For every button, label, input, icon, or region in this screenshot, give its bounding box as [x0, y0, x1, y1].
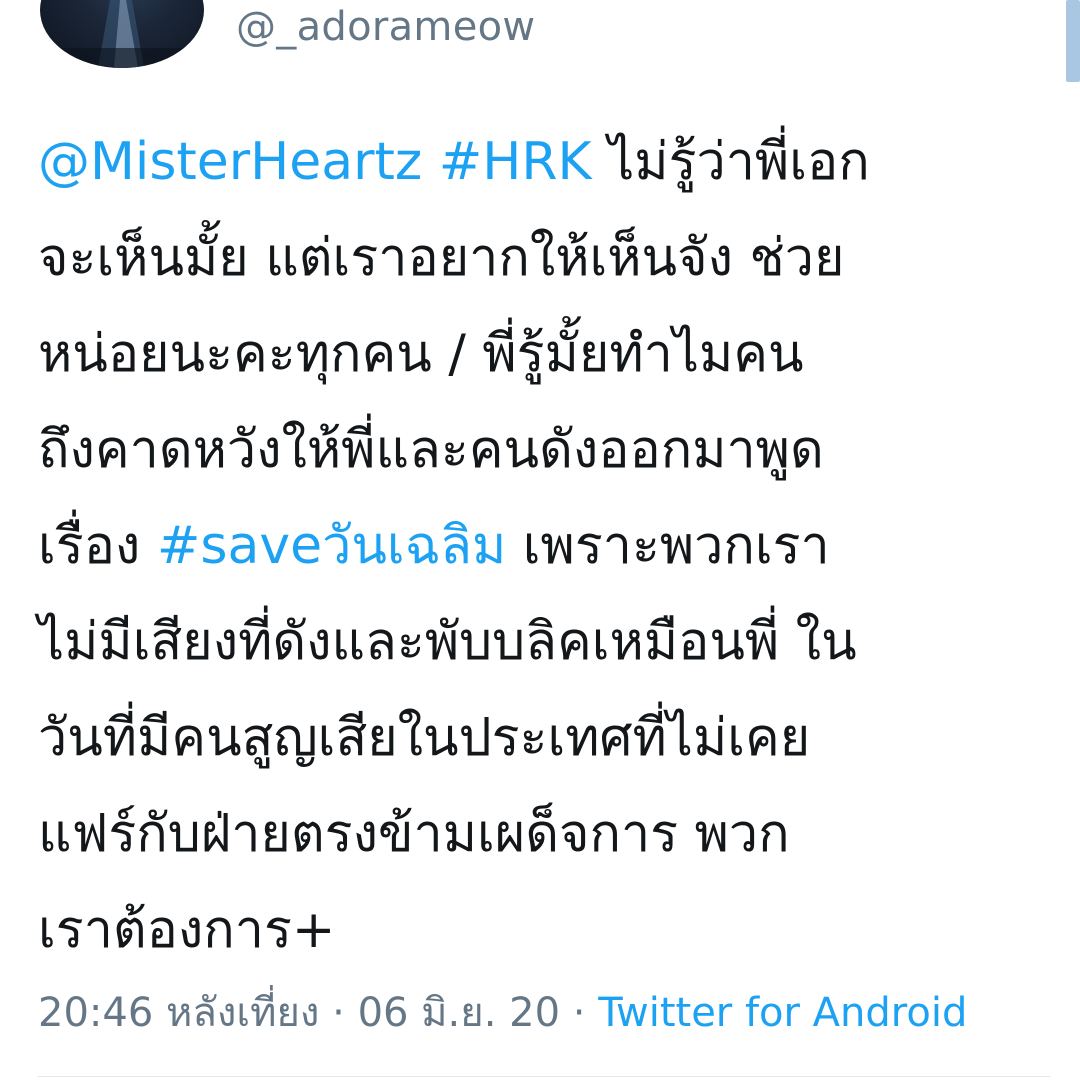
tweet-text-segment: ไม่มีเสียงที่ดังและพับบลิคเหมือนพี่ ใน	[38, 612, 857, 672]
tweet-source-link[interactable]: Twitter for Android	[598, 990, 967, 1036]
tweet-text-segment: แฟร์กับฝ่ายตรงข้ามเผด็จการ พวก	[38, 804, 790, 864]
tweet-text-line: วันที่มีคนสูญเสียในประเทศที่ไม่เคย	[38, 690, 1068, 786]
tweet-text-segment: ไม่รู้ว่าพี่เอก	[591, 132, 870, 192]
hashtag-link[interactable]: #HRK	[439, 132, 592, 192]
tweet-text-segment: เพราะพวกเรา	[506, 516, 830, 576]
tweet-text-line: ไม่มีเสียงที่ดังและพับบลิคเหมือนพี่ ใน	[38, 594, 1068, 690]
mention-link[interactable]: @MisterHeartz	[38, 132, 422, 192]
tweet-text-segment: เราต้องการ+	[38, 900, 336, 960]
tweet-text-line: ถึงคาดหวังให้พี่และคนดังออกมาพูด	[38, 402, 1068, 498]
hashtag-link[interactable]: #saveวันเฉลิม	[157, 516, 506, 576]
avatar[interactable]	[40, 0, 204, 68]
tweet-text-line: @MisterHeartz #HRK ไม่รู้ว่าพี่เอก	[38, 114, 1068, 210]
user-handle[interactable]: @_adorameow	[236, 2, 535, 52]
tweet-text-line: จะเห็นมั้ย แต่เราอยากให้เห็นจัง ช่วย	[38, 210, 1068, 306]
tweet-text-segment: เรื่อง	[38, 516, 157, 576]
tweet-text: @MisterHeartz #HRK ไม่รู้ว่าพี่เอกจะเห็น…	[38, 114, 1068, 978]
avatar-image	[40, 0, 204, 68]
tweet-text-segment	[422, 132, 439, 192]
meta-separator: ·	[319, 990, 358, 1036]
tweet-text-segment: วันที่มีคนสูญเสียในประเทศที่ไม่เคย	[38, 708, 811, 768]
tweet-time[interactable]: 20:46 หลังเที่ยง	[38, 990, 319, 1036]
tweet-text-line: เรื่อง #saveวันเฉลิม เพราะพวกเรา	[38, 498, 1068, 594]
tweet-text-line: แฟร์กับฝ่ายตรงข้ามเผด็จการ พวก	[38, 786, 1068, 882]
tweet-text-line: หน่อยนะคะทุกคน / พี่รู้มั้ยทำไมคน	[38, 306, 1068, 402]
tweet-meta: 20:46 หลังเที่ยง · 06 มิ.ย. 20 · Twitter…	[38, 986, 967, 1040]
tweet-text-line: เราต้องการ+	[38, 882, 1068, 978]
divider	[38, 1076, 1050, 1077]
tweet-text-segment: จะเห็นมั้ย แต่เราอยากให้เห็นจัง ช่วย	[38, 228, 845, 288]
tweet-text-segment: ถึงคาดหวังให้พี่และคนดังออกมาพูด	[38, 420, 824, 480]
tweet-text-segment: หน่อยนะคะทุกคน / พี่รู้มั้ยทำไมคน	[38, 324, 804, 384]
tweet-date[interactable]: 06 มิ.ย. 20	[358, 990, 560, 1036]
scrollbar-thumb[interactable]	[1066, 0, 1080, 82]
meta-separator: ·	[560, 990, 599, 1036]
